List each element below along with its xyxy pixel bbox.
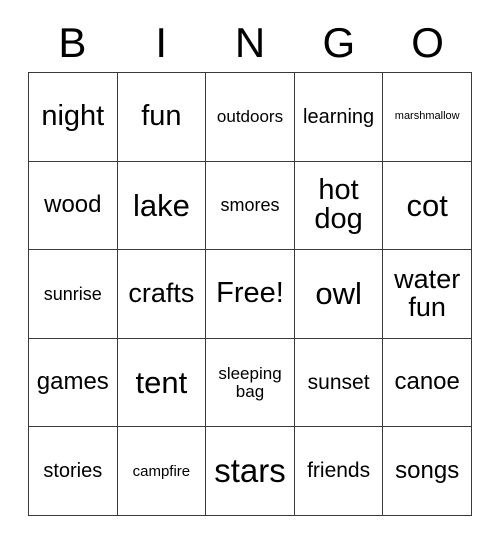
bingo-header-letter-n: N	[234, 19, 266, 66]
bingo-free-space[interactable]: Free!	[206, 250, 295, 339]
bingo-grid: night fun outdoors learning marshmallow wood l…	[28, 72, 472, 516]
bingo-cell[interactable]: hot dog	[294, 161, 384, 251]
bingo-cell[interactable]: songs	[383, 427, 472, 516]
bingo-cell-label: Free!	[216, 277, 284, 310]
bingo-cell-label: canoe	[394, 368, 460, 396]
bingo-card: B I N G O night fun outdoors learning marshm…	[28, 14, 472, 516]
bingo-header-letter-g: G	[322, 19, 356, 66]
bingo-cell-label: learning	[303, 105, 375, 128]
bingo-header-row: B I N G O	[28, 14, 472, 72]
bingo-cell-label: fun	[141, 100, 182, 132]
bingo-cell-label: sleeping bag	[218, 364, 282, 401]
bingo-cell-label: smores	[220, 195, 280, 216]
bingo-cell-label: owl	[315, 276, 362, 312]
bingo-cell[interactable]: sunset	[294, 338, 384, 428]
bingo-cell[interactable]: friends	[294, 427, 384, 516]
bingo-cell-label: lake	[132, 187, 190, 223]
bingo-cell-label: outdoors	[216, 107, 284, 127]
bingo-cell-label: stories	[43, 459, 103, 482]
bingo-cell[interactable]: stories	[29, 427, 118, 516]
bingo-cell-label: friends	[307, 459, 371, 483]
bingo-cell[interactable]: sleeping bag	[206, 338, 295, 428]
bingo-cell-label: songs	[395, 456, 460, 484]
bingo-cell-label: crafts	[128, 278, 195, 309]
bingo-cell[interactable]: crafts	[117, 250, 207, 339]
bingo-cell-label: night	[41, 100, 105, 132]
bingo-cell-label: hot dog	[314, 173, 363, 236]
bingo-cell-label: games	[36, 368, 109, 396]
bingo-cell-label: cot	[406, 187, 448, 223]
bingo-cell[interactable]: learning	[294, 73, 384, 162]
bingo-cell[interactable]: fun	[117, 73, 207, 162]
bingo-cell[interactable]: canoe	[383, 338, 472, 428]
bingo-cell[interactable]: tent	[117, 338, 207, 428]
bingo-header-letter-o: O	[411, 19, 444, 66]
bingo-cell[interactable]: stars	[206, 427, 295, 516]
bingo-cell[interactable]: sunrise	[29, 250, 118, 339]
bingo-cell-label: campfire	[132, 462, 191, 480]
bingo-cell[interactable]: smores	[206, 161, 295, 251]
bingo-cell[interactable]: wood	[29, 161, 118, 251]
bingo-cell[interactable]: campfire	[117, 427, 207, 516]
bingo-cell[interactable]: marshmallow	[383, 73, 472, 162]
bingo-cell[interactable]: owl	[294, 250, 384, 339]
bingo-cell[interactable]: night	[29, 73, 118, 162]
bingo-cell[interactable]: lake	[117, 161, 207, 251]
bingo-header-letter-b: B	[58, 19, 87, 66]
bingo-cell-label: marshmallow	[394, 110, 460, 123]
bingo-cell[interactable]: outdoors	[206, 73, 295, 162]
bingo-cell-label: tent	[135, 364, 188, 400]
bingo-cell[interactable]: cot	[383, 161, 472, 251]
bingo-cell[interactable]: water fun	[383, 250, 472, 339]
bingo-cell-label: wood	[44, 191, 102, 219]
bingo-cell-label: water fun	[394, 264, 461, 322]
bingo-cell-label: stars	[214, 452, 286, 490]
bingo-cell-label: sunset	[307, 370, 370, 394]
bingo-header-letter-i: I	[155, 19, 168, 66]
bingo-cell-label: sunrise	[43, 283, 102, 304]
bingo-cell[interactable]: games	[29, 338, 118, 428]
